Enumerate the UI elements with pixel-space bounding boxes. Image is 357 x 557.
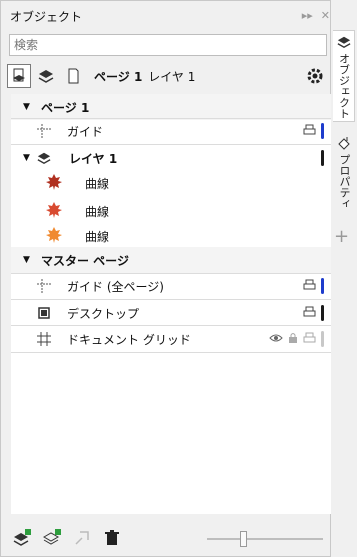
tab-properties[interactable]: プロパティ — [333, 132, 355, 224]
tree-row-master-page[interactable]: ▼ マスター ページ — [11, 247, 332, 273]
trash-icon[interactable] — [101, 527, 123, 549]
move-to-layer-icon — [71, 527, 93, 549]
collapse-triangle-icon[interactable]: ▼ — [23, 102, 30, 112]
maple-leaf-icon — [45, 173, 63, 191]
gear-icon[interactable] — [303, 64, 327, 88]
object-tree: ▼ ページ 1 ガイド ▼ レイヤ 1 曲線 曲線 曲線 ▼ マスター ページ … — [11, 94, 332, 514]
desktop-icon — [37, 306, 51, 320]
tree-row-guides-all[interactable]: ガイド (全ページ) — [11, 273, 332, 299]
tree-row-desktop[interactable]: デスクトップ — [11, 300, 332, 326]
close-icon[interactable]: ✕ — [321, 9, 330, 22]
eye-icon[interactable] — [269, 332, 283, 346]
layer-icon — [37, 151, 51, 165]
tree-row-curve[interactable]: 曲線 — [11, 198, 332, 224]
layers-view-icon[interactable] — [34, 64, 58, 88]
tree-row-guides[interactable]: ガイド — [11, 118, 332, 144]
page-icon[interactable] — [61, 64, 85, 88]
search-input[interactable] — [9, 34, 327, 56]
printer-icon[interactable] — [303, 124, 316, 139]
guide-icon — [37, 124, 51, 138]
lock-icon[interactable] — [288, 332, 298, 347]
maple-leaf-icon — [45, 226, 63, 244]
printer-icon[interactable] — [303, 279, 316, 294]
slider-thumb[interactable] — [240, 531, 247, 547]
docker-title: オブジェクト — [10, 9, 83, 24]
maple-leaf-icon — [45, 201, 63, 219]
tree-row-page1[interactable]: ▼ ページ 1 — [11, 94, 332, 120]
tree-row-curve[interactable]: 曲線 — [11, 223, 332, 249]
pages-view-icon[interactable] — [7, 64, 31, 88]
color-bar[interactable] — [321, 278, 324, 294]
new-master-layer-icon[interactable] — [41, 527, 63, 549]
collapse-triangle-icon[interactable]: ▼ — [23, 255, 30, 265]
guide-icon — [37, 279, 51, 293]
tree-row-layer1[interactable]: ▼ レイヤ 1 — [11, 145, 332, 171]
tab-objects[interactable]: オブジェクト — [333, 30, 355, 122]
objects-docker: オブジェクト ▸▸ ✕ ページ 1 レイヤ 1 ▼ ページ 1 — [0, 0, 332, 557]
tree-row-curve[interactable]: 曲線 — [11, 170, 332, 196]
add-tab-icon[interactable]: + — [334, 226, 349, 247]
color-bar[interactable] — [321, 150, 324, 166]
printer-icon[interactable] — [303, 332, 316, 347]
grid-icon — [37, 332, 51, 346]
color-bar[interactable] — [321, 123, 324, 139]
current-layer-label[interactable]: レイヤ 1 — [148, 68, 195, 85]
color-bar[interactable] — [321, 305, 324, 321]
new-layer-icon[interactable] — [11, 527, 33, 549]
objects-toolbar: ページ 1 レイヤ 1 — [7, 62, 329, 90]
tree-row-document-grid[interactable]: ドキュメント グリッド — [11, 326, 332, 352]
docker-titlebar: オブジェクト — [1, 1, 332, 31]
color-bar[interactable] — [321, 331, 324, 347]
side-tab-bar: オブジェクト プロパティ — [331, 0, 357, 557]
current-page-label[interactable]: ページ 1 — [94, 68, 142, 85]
bottom-toolbar — [11, 525, 327, 551]
printer-icon[interactable] — [303, 306, 316, 321]
expand-icon[interactable]: ▸▸ — [302, 9, 313, 22]
collapse-triangle-icon[interactable]: ▼ — [23, 153, 30, 163]
zoom-slider[interactable] — [207, 531, 323, 547]
